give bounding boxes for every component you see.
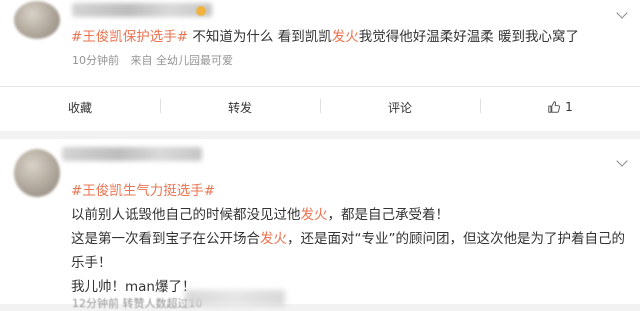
repost-button[interactable]: 转发 <box>160 87 320 127</box>
topic-link[interactable]: #王俊凯保护选手# <box>71 29 188 45</box>
card-separator <box>0 131 640 139</box>
avatar[interactable] <box>14 149 60 197</box>
repost-label: 转发 <box>227 100 252 115</box>
comment-label: 评论 <box>387 100 412 115</box>
chevron-down-icon[interactable] <box>616 155 628 167</box>
post-time: 10分钟前 <box>72 54 119 67</box>
favorite-button[interactable]: 收藏 <box>0 87 160 127</box>
text-segment: 不知道为什么 看到凯凯 <box>188 29 332 45</box>
comment-text: #王俊凯保护选手# 不知道为什么 看到凯凯发火我觉得他好温柔好温柔 暖到我心窝了 <box>71 26 631 48</box>
user-badge-icon <box>196 6 206 16</box>
text-line: 以前别人诋毁他自己的时候都没见过他发火，都是自己承受着！ <box>71 203 631 227</box>
text-line: 这是第一次看到宝子在公开场合发火，还是面对“专业”的顾问团，但这次他是为了护着自… <box>71 227 631 275</box>
text-segment: 我觉得他好温柔好温柔 暖到我心窝了 <box>358 29 580 45</box>
text-segment: 这是第一次看到宝子在公开场合 <box>71 231 260 247</box>
highlight-keyword: 发火 <box>300 207 328 223</box>
username-blurred[interactable] <box>62 147 202 161</box>
thumbs-up-icon <box>548 101 561 113</box>
comment-text: #王俊凯生气力挺选手# 以前别人诋毁他自己的时候都没见过他发火，都是自己承受着！… <box>71 179 631 299</box>
avatar[interactable] <box>14 1 60 39</box>
comment-card: #王俊凯生气力挺选手# 以前别人诋毁他自己的时候都没见过他发火，都是自己承受着！… <box>0 139 640 310</box>
highlight-keyword: 发火 <box>260 231 287 247</box>
favorite-label: 收藏 <box>67 100 92 115</box>
highlight-keyword: 发火 <box>331 29 359 45</box>
text-segment: ，都是自己承受着！ <box>327 207 450 223</box>
text-segment: 以前别人诋毁他自己的时候都没见过他 <box>71 207 301 223</box>
topic-link[interactable]: #王俊凯生气力挺选手# <box>71 183 215 199</box>
chevron-down-icon[interactable] <box>616 7 628 19</box>
comment-button[interactable]: 评论 <box>320 87 480 127</box>
like-button[interactable]: 1 <box>480 87 640 127</box>
like-count: 1 <box>565 100 573 114</box>
post-source[interactable]: 来自 全幼儿园最可爱 <box>131 54 234 67</box>
action-bar: 收藏 转发 评论 1 <box>0 87 640 127</box>
post-meta: 10分钟前 来自 全幼儿园最可爱 <box>72 52 241 68</box>
username-blurred[interactable] <box>72 3 212 17</box>
topic-line: #王俊凯生气力挺选手# <box>71 179 631 203</box>
comment-card: #王俊凯保护选手# 不知道为什么 看到凯凯发火我觉得他好温柔好温柔 暖到我心窝了… <box>0 0 640 131</box>
